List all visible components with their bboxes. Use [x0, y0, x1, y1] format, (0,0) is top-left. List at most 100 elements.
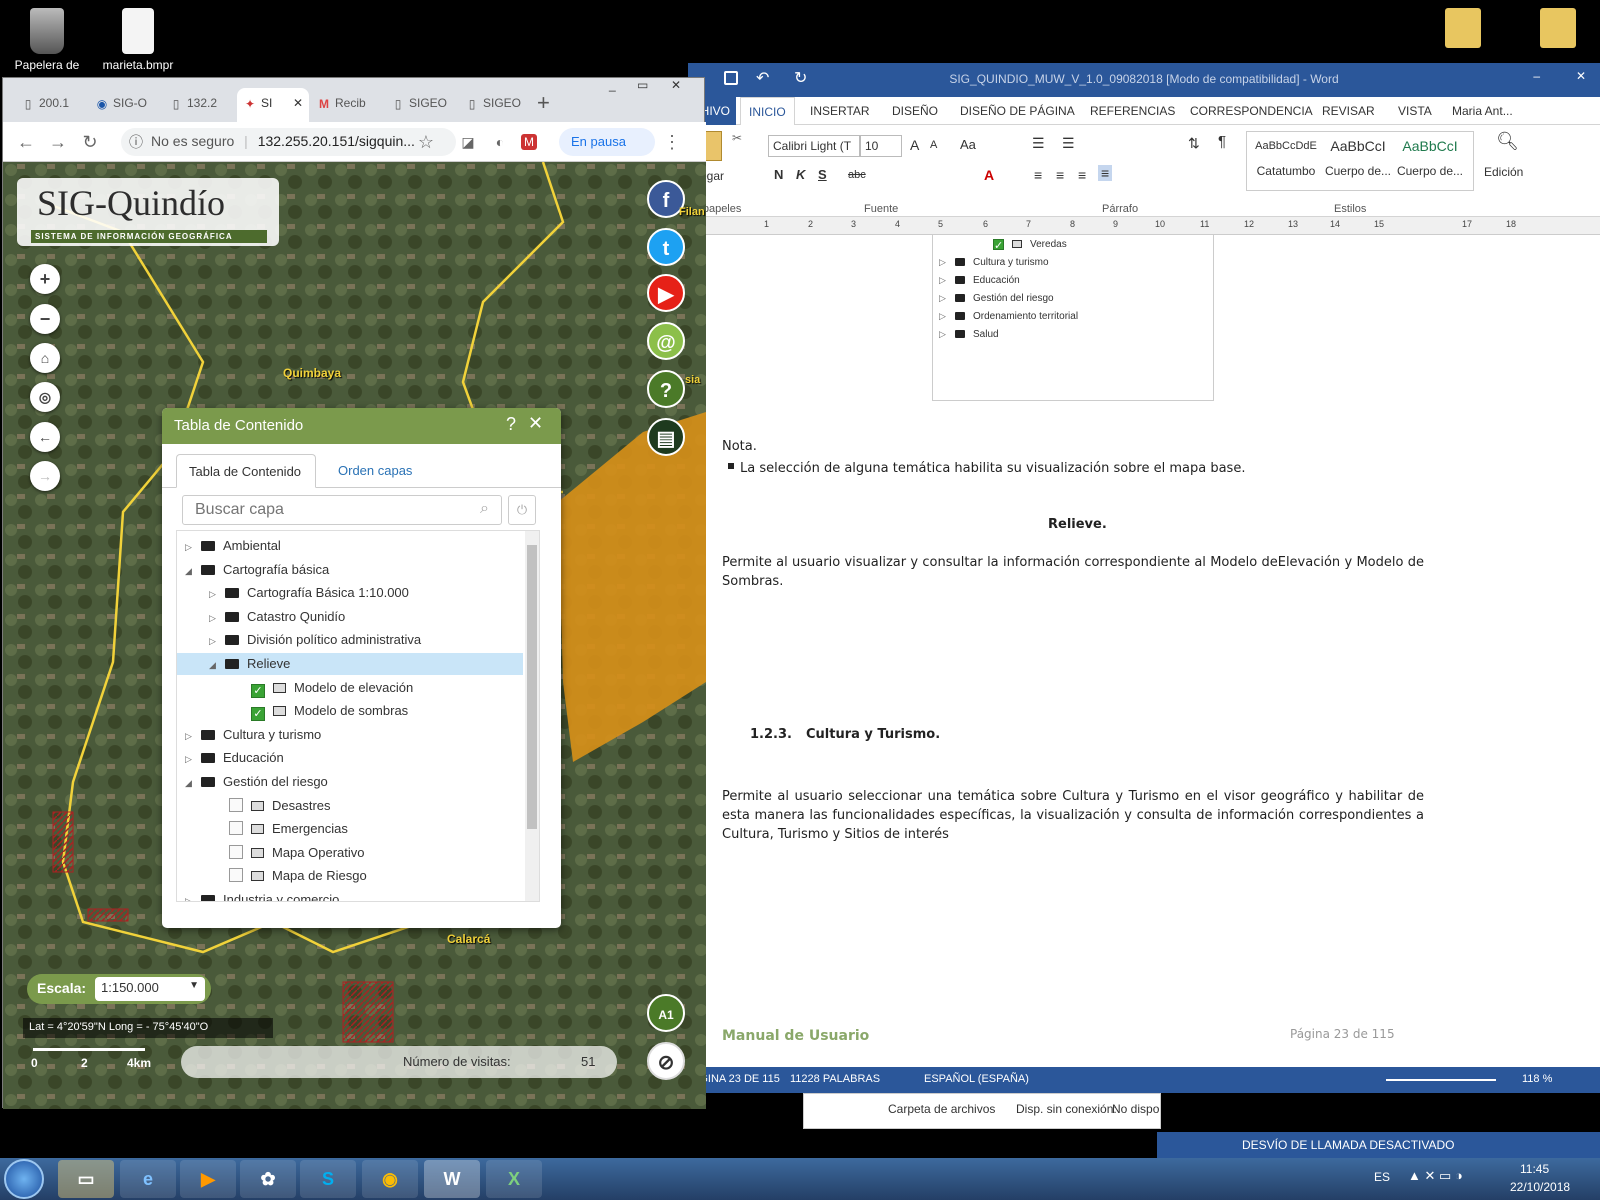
taskbar-explorer[interactable]: ▭: [58, 1160, 114, 1198]
search-layer-input[interactable]: [182, 495, 502, 525]
back-icon[interactable]: ←: [15, 131, 37, 153]
scrollbar[interactable]: [525, 531, 539, 901]
browser-tab[interactable]: ▯ SIGEO: [459, 88, 531, 122]
twitter-icon[interactable]: t: [647, 228, 685, 266]
tree-folder-row[interactable]: ◢ Relieve: [177, 653, 523, 675]
reload-icon[interactable]: ↻: [79, 131, 101, 153]
tab-inicio[interactable]: INICIO: [740, 97, 795, 126]
tab-insertar[interactable]: INSERTAR: [810, 104, 870, 118]
taskbar-app[interactable]: ✿: [240, 1160, 296, 1198]
italic-icon[interactable]: K: [796, 167, 805, 182]
browser-tab[interactable]: M Recib: [311, 88, 383, 122]
save-icon[interactable]: [724, 71, 738, 85]
search-icon[interactable]: ⌕: [480, 500, 489, 518]
scale-select[interactable]: 1:150.000 ▼: [95, 977, 205, 1001]
zoom-slider[interactable]: [1386, 1079, 1496, 1081]
change-case-icon[interactable]: Aa: [960, 137, 976, 152]
tree-folder-row[interactable]: ▷ Industria y comercio: [185, 889, 339, 901]
extension-icon[interactable]: M: [521, 134, 537, 150]
url-field[interactable]: ⓘ No es seguro | 132.255.20.151/sigquin.…: [121, 128, 456, 156]
folder-shortcut-icon[interactable]: [1445, 8, 1481, 48]
taskbar-chrome[interactable]: ◉: [362, 1160, 418, 1198]
visibility-off-icon[interactable]: ⊘: [647, 1042, 685, 1080]
tab-diseno[interactable]: DISEÑO: [892, 104, 938, 118]
sort-icon[interactable]: ⇅: [1188, 135, 1200, 152]
close-icon[interactable]: ✕: [528, 413, 543, 434]
numbering-icon[interactable]: ☰: [1062, 135, 1075, 152]
browser-tab[interactable]: ▯ 132.2: [163, 88, 235, 122]
paragraph-marks-icon[interactable]: ¶: [1218, 133, 1226, 150]
layer-checkbox[interactable]: ✓: [251, 683, 265, 698]
locate-icon[interactable]: ◎: [30, 382, 60, 412]
tab-orden-capas[interactable]: Orden capas: [326, 454, 424, 488]
home-icon[interactable]: ⌂: [30, 343, 60, 373]
layer-checkbox[interactable]: [229, 797, 243, 812]
font-name-select[interactable]: Calibri Light (T: [768, 135, 860, 157]
style-catatumbo[interactable]: AaBbCcDdE Catatumbo: [1251, 140, 1321, 178]
tree-layer-row[interactable]: Mapa Operativo: [229, 842, 365, 864]
taskbar-ie[interactable]: e: [120, 1160, 176, 1198]
bullets-icon[interactable]: ☰: [1032, 135, 1045, 152]
tree-folder-row[interactable]: ◢ Gestión del riesgo: [185, 771, 328, 793]
style-cuerpo-2[interactable]: AaBbCcI Cuerpo de...: [1395, 138, 1465, 178]
taskbar-media[interactable]: ▶: [180, 1160, 236, 1198]
font-size-select[interactable]: 10: [860, 135, 902, 157]
minimize-icon[interactable]: _: [609, 78, 616, 92]
cut-icon[interactable]: ✂: [732, 131, 742, 145]
grow-font-icon[interactable]: A: [910, 137, 919, 153]
horizontal-ruler[interactable]: 1 2 3 4 5 6 7 8 9 10 11 12 13 14 15 17 18: [688, 217, 1600, 235]
maximize-icon[interactable]: ▭: [637, 78, 648, 92]
align-right-icon[interactable]: ≡: [1078, 167, 1086, 183]
close-tab-icon[interactable]: ✕: [293, 96, 303, 110]
tree-layer-row[interactable]: ✓ Modelo de sombras: [251, 700, 408, 722]
find-icon[interactable]: 🔍︎: [1496, 131, 1519, 152]
tree-folder-row[interactable]: ▷ Educación: [185, 747, 284, 769]
folder-shortcut-icon[interactable]: [1540, 8, 1576, 48]
align-center-icon[interactable]: ≡: [1056, 167, 1064, 183]
status-language[interactable]: ESPAÑOL (ESPAÑA): [924, 1073, 1029, 1085]
tree-layer-row[interactable]: ✓ Modelo de elevación: [251, 677, 413, 699]
status-zoom[interactable]: 118 %: [1522, 1073, 1552, 1085]
tree-folder-row[interactable]: ▷ Catastro Qunidío: [209, 606, 345, 628]
font-color-icon[interactable]: A: [984, 167, 994, 183]
close-icon[interactable]: ✕: [1576, 69, 1586, 83]
tree-layer-row[interactable]: Desastres: [229, 795, 331, 817]
underline-icon[interactable]: S: [818, 167, 827, 182]
bold-icon[interactable]: N: [774, 167, 783, 182]
layer-checkbox[interactable]: [229, 844, 243, 859]
help-icon[interactable]: ?: [647, 370, 685, 408]
tab-diseno-pagina[interactable]: DISEÑO DE PÁGINA: [960, 104, 1075, 118]
desktop-icon-marieta[interactable]: marieta.bmpr: [93, 8, 183, 72]
collapsed-arrow-icon[interactable]: ▷: [209, 589, 219, 600]
extension-icon[interactable]: ◪: [457, 131, 479, 153]
language-indicator[interactable]: ES: [1374, 1170, 1390, 1184]
tree-folder-row[interactable]: ▷ Cartografía Básica 1:10.000: [209, 582, 409, 604]
paused-button[interactable]: En pausa: [559, 128, 655, 156]
layer-checkbox[interactable]: [229, 821, 243, 836]
tree-folder-row[interactable]: ▷ Cultura y turismo: [185, 724, 321, 746]
collapsed-arrow-icon[interactable]: ▷: [185, 731, 195, 742]
bookmark-star-icon[interactable]: ☆: [415, 131, 437, 153]
menu-icon[interactable]: ⋮: [661, 131, 683, 153]
table-icon[interactable]: ▤: [647, 418, 685, 456]
start-button[interactable]: [4, 1159, 44, 1199]
tree-layer-row[interactable]: Mapa de Riesgo: [229, 865, 367, 887]
styles-gallery[interactable]: AaBbCcDdE Catatumbo AaBbCcI Cuerpo de...…: [1246, 131, 1474, 191]
email-icon[interactable]: @: [647, 322, 685, 360]
tab-referencias[interactable]: REFERENCIAS: [1090, 104, 1175, 118]
taskbar-word[interactable]: W: [424, 1160, 480, 1198]
status-words[interactable]: 11228 PALABRAS: [790, 1073, 880, 1085]
browser-tab[interactable]: ▯ SIGEO: [385, 88, 457, 122]
expanded-arrow-icon[interactable]: ◢: [209, 660, 219, 671]
tab-correspondencia[interactable]: CORRESPONDENCIA: [1190, 104, 1313, 118]
browser-tab[interactable]: ◉ SIG-O: [89, 88, 161, 122]
tab-vista[interactable]: VISTA: [1398, 104, 1432, 118]
back-extent-icon[interactable]: ←: [30, 422, 60, 452]
zoom-out-button[interactable]: −: [30, 304, 60, 334]
taskbar-excel[interactable]: X: [486, 1160, 542, 1198]
browser-tab-active[interactable]: ✦ SI ✕: [237, 88, 309, 122]
close-window-icon[interactable]: ✕: [671, 78, 681, 92]
edit-button[interactable]: Edición: [1484, 165, 1523, 179]
new-tab-icon[interactable]: +: [537, 90, 550, 116]
taskbar-skype[interactable]: S: [300, 1160, 356, 1198]
